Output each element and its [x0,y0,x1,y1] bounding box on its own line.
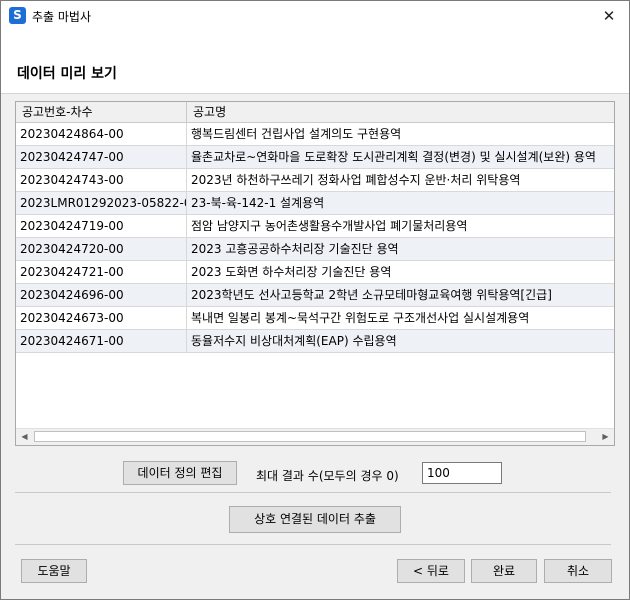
cell-notice-number: 20230424719-00 [16,215,187,237]
cell-notice-number: 20230424696-00 [16,284,187,306]
help-button[interactable]: 도움말 [21,559,87,583]
table-row[interactable]: 2023LMR01292023-05822-01 23-북-육-142-1 설계용… [16,192,614,215]
cancel-button[interactable]: 취소 [544,559,612,583]
max-results-input[interactable]: 100 [422,462,502,484]
table-row[interactable]: 20230424747-00 율촌교차로~연화마을 도로확장 도시관리계획 결정(… [16,146,614,169]
table-row[interactable]: 20230424743-00 2023년 하천하구쓰레기 정화사업 폐합성수지 운… [16,169,614,192]
window-title: 추출 마법사 [32,10,92,24]
page-title: 데이터 미리 보기 [17,66,117,82]
cell-notice-name: 23-북-육-142-1 설계용역 [191,196,325,210]
column-header-notice-number[interactable]: 공고번호-차수 [16,102,187,122]
cell-notice-number: 20230424864-00 [16,123,187,145]
table-row[interactable]: 20230424864-00 행복드림센터 건립사업 설계의도 구현용역 [16,123,614,146]
table-row[interactable]: 20230424720-00 2023 고흥공공하수처리장 기술진단 용역 [16,238,614,261]
edit-data-definition-button[interactable]: 데이터 정의 편집 [123,461,237,485]
title-bar: S 추출 마법사 ✕ [1,1,629,31]
scroll-left-arrow-icon[interactable]: ◀ [17,430,32,444]
table-row[interactable]: 20230424719-00 점암 남양지구 농어촌생활용수개발사업 폐기물처리용… [16,215,614,238]
table-row[interactable]: 20230424696-00 2023학년도 선사고등학교 2학년 소규모테마형교… [16,284,614,307]
scrollbar-thumb[interactable] [34,431,586,442]
extract-wizard-window: S 추출 마법사 ✕ 데이터 미리 보기 공고번호-차수 공고명 2023042… [0,0,630,600]
cell-notice-name: 율촌교차로~연화마을 도로확장 도시관리계획 결정(변경) 및 실시설계(보완)… [191,150,596,164]
cell-notice-number: 2023LMR01292023-05822-01 [16,192,187,214]
cell-notice-number: 20230424673-00 [16,307,187,329]
cell-notice-name: 2023학년도 선사고등학교 2학년 소규모테마형교육여행 위탁용역[긴급] [191,288,552,302]
cell-notice-number: 20230424671-00 [16,330,187,352]
cell-notice-name: 행복드림센터 건립사업 설계의도 구현용역 [191,127,402,141]
table-row[interactable]: 20230424673-00 복내면 일봉리 봉계~묵석구간 위험도로 구조개선사… [16,307,614,330]
app-logo-icon: S [9,7,26,24]
cell-notice-name: 동율저수지 비상대처계획(EAP) 수립용역 [191,334,397,348]
divider [15,492,611,493]
cell-notice-name: 점암 남양지구 농어촌생활용수개발사업 폐기물처리용역 [191,219,468,233]
finish-button[interactable]: 완료 [471,559,537,583]
preview-table[interactable]: 공고번호-차수 공고명 20230424864-00 행복드림센터 건립사업 설계… [15,101,615,446]
max-results-label: 최대 결과 수(모두의 경우 0) [256,469,399,483]
extract-linked-data-button[interactable]: 상호 연결된 데이터 추출 [229,506,401,533]
cell-notice-name: 2023년 하천하구쓰레기 정화사업 폐합성수지 운반·처리 위탁용역 [191,173,521,187]
cell-notice-name: 2023 도화면 하수처리장 기술진단 용역 [191,265,392,279]
horizontal-scrollbar[interactable]: ◀ ▶ [16,428,614,445]
cell-notice-number: 20230424720-00 [16,238,187,260]
cell-notice-name: 복내면 일봉리 봉계~묵석구간 위험도로 구조개선사업 실시설계용역 [191,311,530,325]
cell-notice-number: 20230424743-00 [16,169,187,191]
table-header: 공고번호-차수 공고명 [16,102,614,123]
divider [15,544,611,545]
close-icon[interactable]: ✕ [589,1,629,31]
column-header-notice-name[interactable]: 공고명 [187,102,614,122]
cell-notice-name: 2023 고흥공공하수처리장 기술진단 용역 [191,242,399,256]
table-body: 20230424864-00 행복드림센터 건립사업 설계의도 구현용역 20230… [16,123,614,353]
scroll-right-arrow-icon[interactable]: ▶ [598,430,613,444]
table-row[interactable]: 20230424671-00 동율저수지 비상대처계획(EAP) 수립용역 [16,330,614,353]
wizard-header: 데이터 미리 보기 [1,31,629,94]
cell-notice-number: 20230424721-00 [16,261,187,283]
back-button[interactable]: < 뒤로 [397,559,465,583]
table-row[interactable]: 20230424721-00 2023 도화면 하수처리장 기술진단 용역 [16,261,614,284]
cell-notice-number: 20230424747-00 [16,146,187,168]
